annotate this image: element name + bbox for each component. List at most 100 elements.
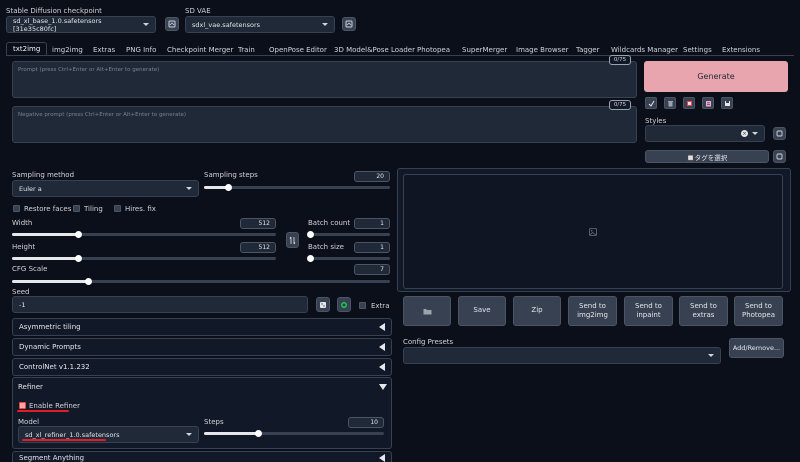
- batch-size-track[interactable]: [308, 257, 390, 260]
- accordion-label: Asymmetric tiling: [19, 323, 81, 331]
- tab-tagger[interactable]: Tagger: [576, 44, 599, 55]
- refiner-steps-knob[interactable]: [255, 430, 262, 437]
- arrow-icon: [648, 100, 654, 107]
- config-presets-select[interactable]: [403, 347, 721, 364]
- negative-prompt-input[interactable]: Negative prompt (press Ctrl+Enter or Alt…: [12, 106, 637, 143]
- sampling-steps-knob[interactable]: [225, 184, 232, 191]
- enable-refiner-label: Enable Refiner: [29, 402, 80, 410]
- width-label: Width: [12, 219, 33, 227]
- tab-txt2img[interactable]: txt2img: [6, 42, 48, 55]
- save-icon: [724, 100, 730, 106]
- highlight-underline: [17, 410, 69, 412]
- select-tags-button[interactable]: 🔲タグを選択: [645, 150, 769, 163]
- save-style-button[interactable]: [721, 97, 733, 109]
- accordion-segment-anything[interactable]: Segment Anything: [12, 451, 392, 462]
- refresh-vae-button[interactable]: [342, 17, 356, 31]
- tab-extras[interactable]: Extras: [93, 44, 115, 55]
- tab-openpose-editor[interactable]: OpenPose Editor: [269, 44, 327, 55]
- tiling-label: Tiling: [84, 205, 103, 213]
- height-knob[interactable]: [75, 255, 82, 262]
- tab-divider: [6, 55, 794, 56]
- height-label: Height: [12, 243, 36, 251]
- batch-count-knob[interactable]: [307, 231, 314, 238]
- accordion-dynamic-prompts[interactable]: Dynamic Prompts: [12, 338, 392, 356]
- checkpoint-select[interactable]: sd_xl_base_1.0.safetensors [31e35c80fc]: [6, 16, 156, 33]
- reuse-seed-button[interactable]: [337, 297, 351, 312]
- tab-train[interactable]: Train: [238, 44, 255, 55]
- sampling-method-select[interactable]: Euler a: [12, 180, 199, 197]
- vae-select[interactable]: sdxl_vae.safetensors: [185, 16, 335, 33]
- refresh-icon: [345, 20, 353, 28]
- prompt-placeholder: Prompt (press Ctrl+Enter or Alt+Enter to…: [18, 67, 160, 73]
- refresh-icon: [168, 20, 176, 28]
- config-presets-label: Config Presets: [403, 338, 454, 346]
- clipboard-button[interactable]: [702, 97, 714, 109]
- collapse-arrow-icon: [379, 343, 385, 351]
- cfg-scale-knob[interactable]: [85, 278, 92, 285]
- tiling-checkbox[interactable]: [73, 205, 80, 212]
- batch-count-track[interactable]: [308, 233, 390, 236]
- swap-dimensions-button[interactable]: [286, 232, 299, 248]
- batch-size-knob[interactable]: [307, 255, 314, 262]
- trash-button[interactable]: [664, 97, 676, 109]
- batch-size-input[interactable]: 1: [354, 242, 390, 253]
- chevron-down-icon: [752, 132, 758, 135]
- add-remove-presets-button[interactable]: Add/Remove...: [729, 338, 784, 358]
- styles-select[interactable]: ×: [645, 125, 765, 142]
- width-input[interactable]: 512: [240, 218, 276, 229]
- recycle-icon: [341, 301, 347, 308]
- tab-settings[interactable]: Settings: [683, 44, 712, 55]
- collapse-arrow-icon: [379, 363, 385, 371]
- accordion-label: ControlNet v1.1.232: [19, 363, 90, 371]
- generate-button[interactable]: Generate: [644, 61, 788, 92]
- refiner-steps-input[interactable]: 10: [348, 417, 384, 428]
- send-to-extras-button[interactable]: Send to extras: [679, 296, 728, 326]
- tab-png-info[interactable]: PNG Info: [126, 44, 156, 55]
- batch-count-input[interactable]: 1: [354, 218, 390, 229]
- zip-button[interactable]: Zip: [513, 296, 561, 326]
- clipboard-icon: [705, 100, 711, 106]
- negative-prompt-token-counter: 0/75: [609, 100, 631, 110]
- extra-seed-label: Extra: [371, 302, 390, 310]
- sampling-steps-input[interactable]: 20: [354, 171, 390, 182]
- send-to-photopea-button[interactable]: Send to Photopea: [734, 296, 783, 326]
- read-params-button[interactable]: [645, 97, 657, 109]
- tag-refresh-button[interactable]: [773, 150, 786, 163]
- extra-seed-checkbox[interactable]: [359, 302, 366, 309]
- tab-wildcards-manager[interactable]: Wildcards Manager: [611, 44, 678, 55]
- extra-networks-button[interactable]: [683, 97, 695, 109]
- send-to-img2img-button[interactable]: Send to img2img: [568, 296, 617, 326]
- tab-img2img[interactable]: img2img: [52, 44, 83, 55]
- width-knob[interactable]: [75, 231, 82, 238]
- tab-image-browser[interactable]: Image Browser: [516, 44, 569, 55]
- dice-icon: [320, 301, 326, 308]
- accordion-asymmetric-tiling[interactable]: Asymmetric tiling: [12, 318, 392, 336]
- tab-checkpoint-merger[interactable]: Checkpoint Merger: [167, 44, 233, 55]
- clear-icon[interactable]: ×: [741, 130, 748, 137]
- open-folder-button[interactable]: [403, 296, 451, 326]
- seed-input[interactable]: -1: [12, 296, 308, 313]
- restore-faces-checkbox[interactable]: [13, 205, 20, 212]
- tab-supermerger[interactable]: SuperMerger: [462, 44, 507, 55]
- accordion-label: Dynamic Prompts: [19, 343, 81, 351]
- seed-value: -1: [19, 300, 26, 309]
- accordion-controlnet[interactable]: ControlNet v1.1.232: [12, 358, 392, 376]
- batch-size-label: Batch size: [308, 243, 344, 251]
- tab-photopea[interactable]: Photopea: [417, 44, 450, 55]
- height-input[interactable]: 512: [240, 242, 276, 253]
- refresh-checkpoint-button[interactable]: [165, 17, 179, 31]
- apply-style-button[interactable]: [773, 127, 786, 140]
- refiner-steps-fill: [204, 432, 258, 435]
- tab-extensions[interactable]: Extensions: [722, 44, 760, 55]
- cfg-scale-input[interactable]: 7: [354, 264, 390, 275]
- send-to-inpaint-button[interactable]: Send to inpaint: [624, 296, 673, 326]
- chevron-down-icon: [143, 23, 149, 26]
- tab-3d-model-pose-loader[interactable]: 3D Model&Pose Loader: [334, 44, 415, 55]
- save-button[interactable]: Save: [458, 296, 506, 326]
- prompt-input[interactable]: Prompt (press Ctrl+Enter or Alt+Enter to…: [12, 61, 637, 98]
- random-seed-button[interactable]: [316, 297, 330, 312]
- hires-fix-checkbox[interactable]: [114, 205, 121, 212]
- enable-refiner-checkbox[interactable]: [19, 402, 26, 409]
- accordion-refiner-label[interactable]: Refiner: [18, 383, 43, 391]
- folder-icon: [423, 308, 431, 314]
